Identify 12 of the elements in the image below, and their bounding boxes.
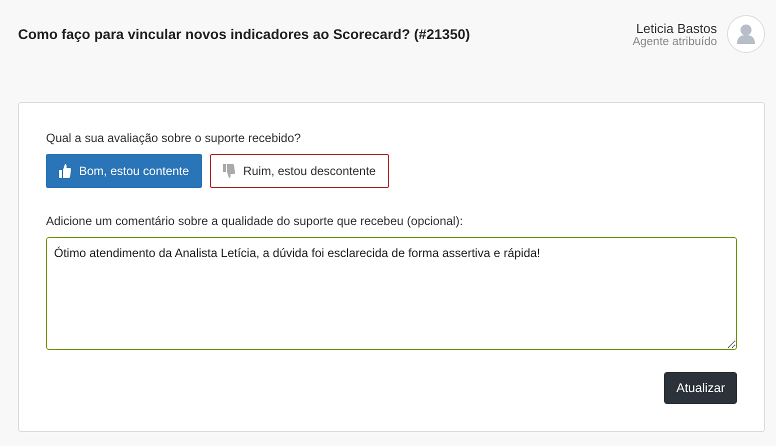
rating-button[interactable]: Ruim, estou descontente	[210, 154, 389, 188]
ticket-title: Como faço para vincular novos indicadores ao Scorecard? (#21350)	[18, 26, 470, 42]
rating-question: Qual a sua avaliação sobre o suporte recebido?	[46, 131, 302, 145]
thumbs-down-icon	[223, 163, 236, 179]
agent-name: Leticia Bastos	[636, 20, 717, 36]
avatar-icon	[727, 15, 765, 53]
rating-button[interactable]: Bom, estou contente	[46, 154, 202, 188]
update-button[interactable]: Atualizar	[664, 372, 737, 404]
thumbs-up-icon	[59, 163, 71, 179]
agent-role: Agente atribuído	[632, 36, 717, 48]
comment-field[interactable]: Ótimo atendimento da Analista Letícia, a dúvida foi esclarecida de forma assertiva e rápida!	[46, 237, 737, 350]
comment-label: Adicione um comentário sobre a qualidade do suporte que recebeu (opcional):	[46, 214, 464, 228]
